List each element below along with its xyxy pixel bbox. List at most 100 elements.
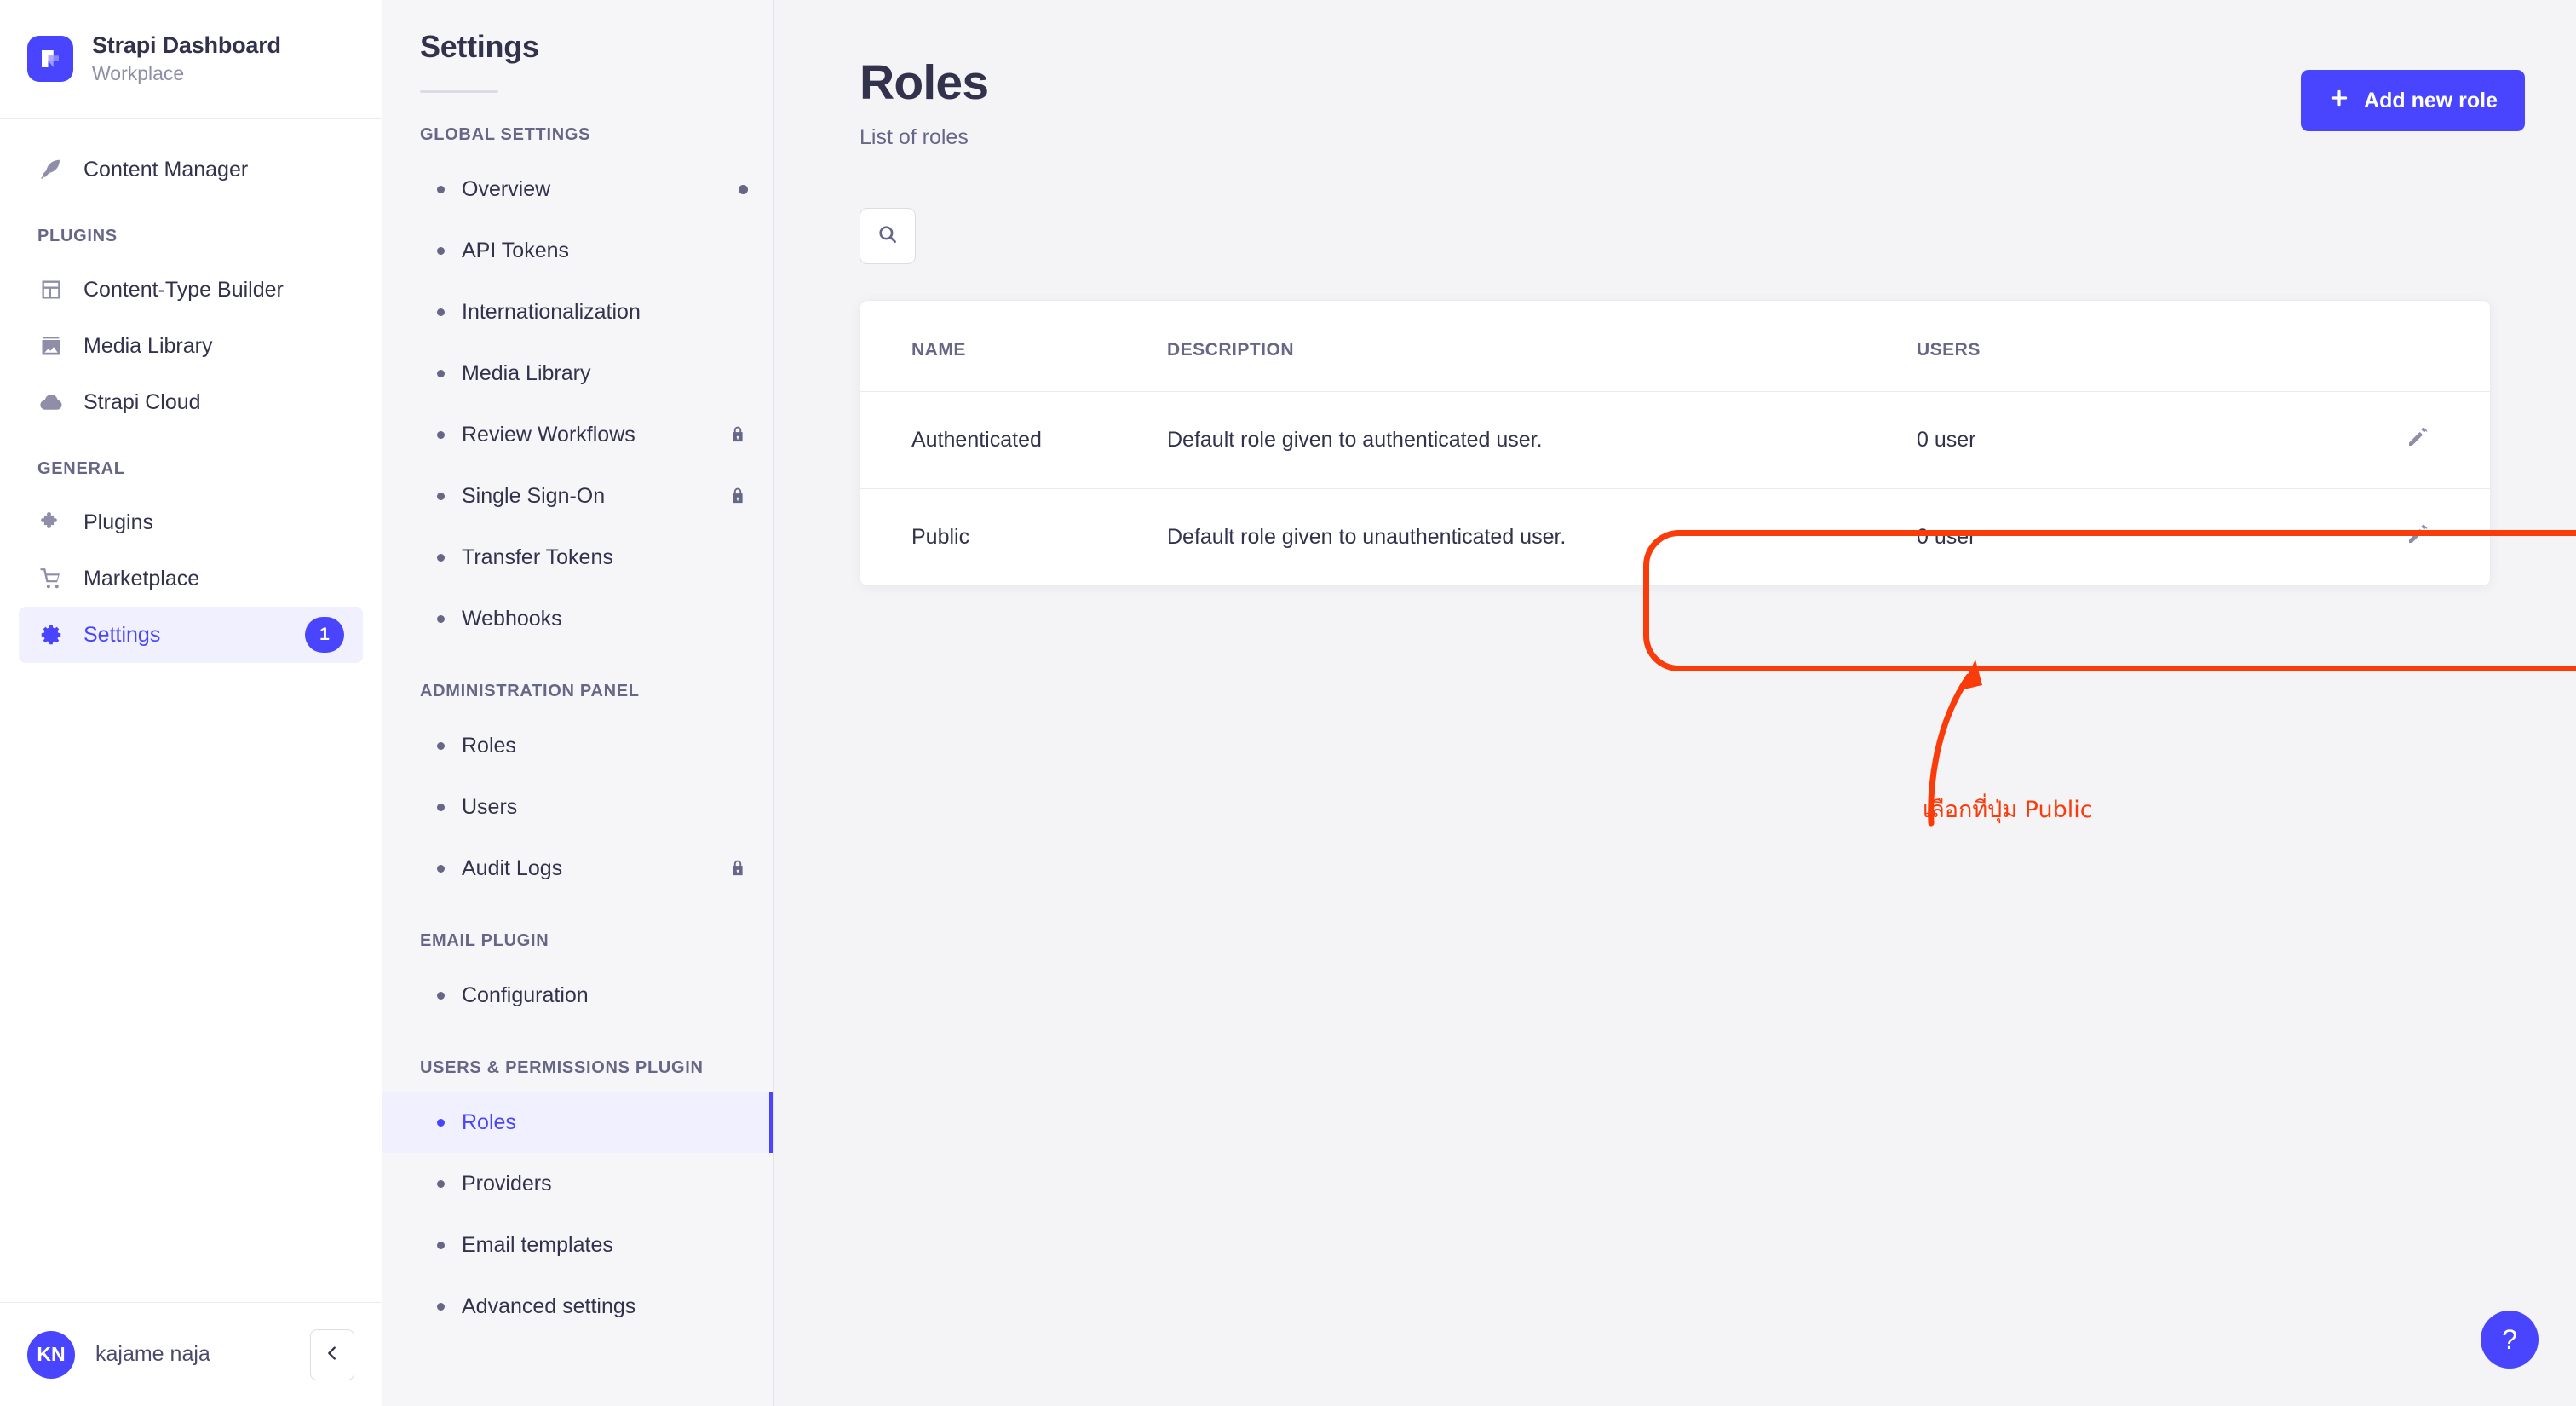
feather-icon <box>37 156 65 183</box>
pencil-icon[interactable] <box>2405 524 2430 552</box>
roles-table: NAME DESCRIPTION USERS Authenticated Def… <box>860 300 2490 585</box>
layout-icon <box>37 276 65 303</box>
column-header-name: NAME <box>860 300 1167 392</box>
settings-item-review-workflows[interactable]: Review Workflows <box>382 404 773 465</box>
settings-item-label: Email templates <box>462 1232 613 1257</box>
settings-item-label: Review Workflows <box>462 422 635 447</box>
settings-item-audit-logs[interactable]: Audit Logs <box>382 838 773 899</box>
settings-group-label-administration: ADMINISTRATION PANEL <box>420 682 640 700</box>
settings-item-overview[interactable]: Overview <box>382 158 773 220</box>
settings-item-api-tokens[interactable]: API Tokens <box>382 220 773 281</box>
settings-item-label: Internationalization <box>462 299 641 324</box>
settings-item-label: Media Library <box>462 360 591 385</box>
settings-group-label-email-plugin: EMAIL PLUGIN <box>420 931 549 950</box>
table-header-row: NAME DESCRIPTION USERS <box>860 300 2490 392</box>
sidebar-item-label: Settings <box>83 622 161 647</box>
table-row[interactable]: Authenticated Default role given to auth… <box>860 391 2490 489</box>
avatar[interactable]: KN <box>27 1330 75 1379</box>
role-users-count: 0 user <box>1917 391 2309 489</box>
sidebar-item-plugins[interactable]: Plugins <box>19 494 363 550</box>
sidebar-user-footer: KN kajame naja <box>0 1302 382 1406</box>
brand-header[interactable]: Strapi Dashboard Workplace <box>0 0 382 119</box>
settings-item-admin-users[interactable]: Users <box>382 776 773 838</box>
settings-item-label: Providers <box>462 1171 552 1196</box>
sidebar-item-strapi-cloud[interactable]: Strapi Cloud <box>19 374 363 430</box>
settings-item-internationalization[interactable]: Internationalization <box>382 281 773 343</box>
table-row[interactable]: Public Default role given to unauthentic… <box>860 488 2490 585</box>
settings-group-label-global: GLOBAL SETTINGS <box>420 125 591 144</box>
bullet-icon <box>437 1241 445 1249</box>
settings-item-label: Transfer Tokens <box>462 545 613 569</box>
lock-icon <box>727 424 748 445</box>
sidebar-item-label: Strapi Cloud <box>83 389 201 414</box>
bullet-icon <box>437 803 445 811</box>
page-header-text: Roles List of roles <box>860 55 989 150</box>
help-button[interactable]: ? <box>2481 1311 2539 1369</box>
plus-icon <box>2328 87 2350 115</box>
sidebar-item-settings[interactable]: Settings 1 <box>19 607 363 663</box>
search-button[interactable] <box>860 207 916 264</box>
bullet-icon <box>437 1118 445 1127</box>
search-icon <box>877 223 899 248</box>
strapi-logo-icon <box>27 35 73 82</box>
add-new-role-button[interactable]: Add new role <box>2301 70 2525 131</box>
brand-subtitle: Workplace <box>92 61 185 84</box>
cloud-icon <box>37 389 65 416</box>
column-header-description: DESCRIPTION <box>1167 300 1917 392</box>
status-dot-icon <box>739 184 748 194</box>
roles-table-card: NAME DESCRIPTION USERS Authenticated Def… <box>860 299 2491 586</box>
settings-item-label: Advanced settings <box>462 1294 636 1318</box>
question-mark-icon: ? <box>2502 1323 2517 1355</box>
bullet-icon <box>437 741 445 750</box>
settings-item-up-roles[interactable]: Roles <box>382 1092 773 1153</box>
role-description: Default role given to unauthenticated us… <box>1167 524 1567 549</box>
chevron-left-icon <box>323 1344 342 1365</box>
settings-item-label: Webhooks <box>462 606 562 631</box>
page-title: Roles <box>860 55 989 110</box>
add-new-role-label: Add new role <box>2364 88 2498 112</box>
user-name: kajame naja <box>95 1342 210 1366</box>
settings-item-advanced-settings[interactable]: Advanced settings <box>382 1276 773 1337</box>
settings-item-admin-roles[interactable]: Roles <box>382 715 773 776</box>
settings-nav-title: Settings <box>420 29 539 64</box>
settings-item-configuration[interactable]: Configuration <box>382 965 773 1026</box>
column-header-actions <box>2309 300 2490 392</box>
sidebar-item-label: Content-Type Builder <box>83 277 284 302</box>
role-users-count: 0 user <box>1917 524 1976 549</box>
settings-badge: 1 <box>305 617 344 653</box>
lock-icon <box>727 486 748 506</box>
main-nav-body: Content Manager PLUGINS Content-Type Bui… <box>0 119 382 1302</box>
settings-item-label: Roles <box>462 733 516 758</box>
sidebar-group-label-plugins: PLUGINS <box>37 227 118 245</box>
settings-item-transfer-tokens[interactable]: Transfer Tokens <box>382 527 773 588</box>
sidebar-item-content-manager[interactable]: Content Manager <box>19 141 363 198</box>
sidebar-item-marketplace[interactable]: Marketplace <box>19 550 363 607</box>
settings-item-label: Configuration <box>462 982 589 1007</box>
settings-item-single-sign-on[interactable]: Single Sign-On <box>382 465 773 527</box>
settings-item-email-templates[interactable]: Email templates <box>382 1214 773 1276</box>
role-name: Public <box>911 524 970 549</box>
settings-item-webhooks[interactable]: Webhooks <box>382 588 773 649</box>
collapse-sidebar-button[interactable] <box>310 1328 354 1380</box>
puzzle-icon <box>37 509 65 536</box>
settings-item-label: Audit Logs <box>462 856 563 880</box>
settings-item-label: Users <box>462 794 518 819</box>
gear-icon <box>37 621 65 648</box>
settings-item-label: API Tokens <box>462 238 570 262</box>
settings-item-label: Roles <box>462 1109 516 1134</box>
bullet-icon <box>437 185 445 193</box>
sidebar-item-content-type-builder[interactable]: Content-Type Builder <box>19 262 363 318</box>
sidebar-item-label: Marketplace <box>83 566 200 591</box>
bullet-icon <box>437 864 445 873</box>
column-header-users: USERS <box>1917 300 2309 392</box>
settings-item-media-library[interactable]: Media Library <box>382 343 773 404</box>
bullet-icon <box>437 1302 445 1311</box>
settings-item-providers[interactable]: Providers <box>382 1153 773 1214</box>
table-body: Authenticated Default role given to auth… <box>860 391 2490 585</box>
sidebar-item-media-library[interactable]: Media Library <box>19 318 363 374</box>
role-description: Default role given to authenticated user… <box>1167 391 1917 489</box>
pencil-icon[interactable] <box>2405 427 2430 455</box>
divider <box>420 90 498 93</box>
bullet-icon <box>437 991 445 1000</box>
role-actions <box>2309 391 2490 489</box>
